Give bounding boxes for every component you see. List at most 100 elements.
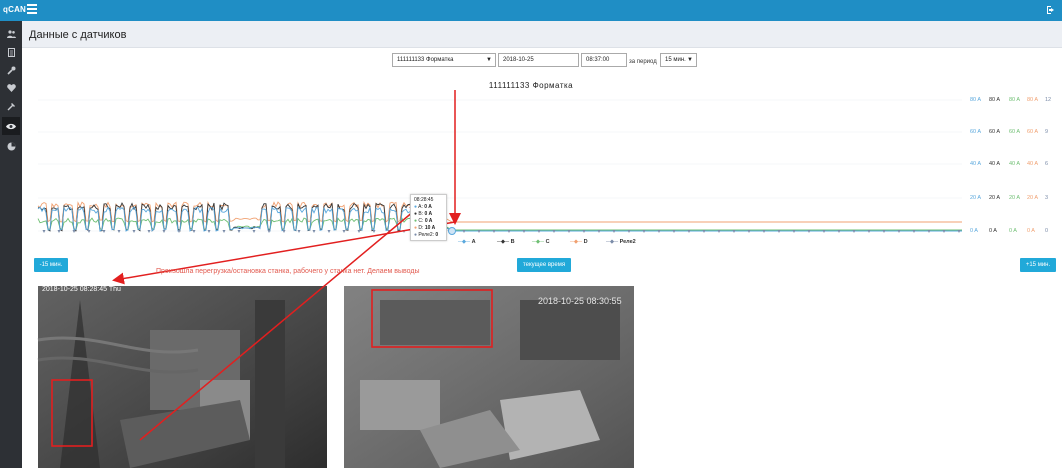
y-axis-tick-label: 0 A	[1009, 228, 1017, 234]
annotation-note: Произошла перегрузка/остановка станка, р…	[156, 268, 420, 275]
relay-marker	[957, 230, 961, 233]
relay-marker	[522, 230, 526, 233]
camera-feed-2[interactable]	[344, 286, 634, 468]
relay-marker	[87, 230, 91, 233]
relay-marker	[237, 230, 241, 233]
camera-2-timestamp: 2018-10-25 08:30:55	[538, 296, 622, 306]
relay-marker	[927, 230, 931, 233]
tooltip-time: 08:28:45	[414, 197, 434, 203]
relay-marker	[102, 230, 106, 233]
legend-label: B	[510, 239, 515, 245]
relay-marker	[792, 230, 796, 233]
legend-label: A	[471, 239, 476, 245]
relay-marker	[777, 230, 781, 233]
y-axis-tick-label: 20 A	[1009, 195, 1021, 201]
chart-tooltip: 08:28:45 ● A: 0 A ● B: 0 A ● C: 0 A ● D: 10…	[410, 194, 447, 241]
y-axis-tick-label: 12	[1045, 97, 1052, 103]
legend-swatch-icon: ─◆─	[570, 239, 584, 245]
y-axis-tick-label: 80 A	[989, 97, 1001, 103]
camera-feed-1[interactable]	[37, 286, 327, 468]
legend-item[interactable]: ─◆─ D	[570, 239, 588, 245]
relay-marker	[42, 230, 46, 233]
legend-label: D	[583, 239, 588, 245]
y-axis-tick-label: 20 A	[970, 195, 982, 201]
y-axis-tick-label: 60 A	[970, 129, 982, 135]
current-time-button[interactable]: текущее время	[517, 258, 571, 272]
y-axis-tick-label: 3	[1045, 195, 1049, 201]
tooltip-value: 0 A	[424, 204, 432, 210]
y-axis-tick-label: 60 A	[1027, 129, 1039, 135]
relay-marker	[282, 230, 286, 233]
legend-swatch-icon: ─◆─	[458, 239, 472, 245]
relay-marker	[357, 230, 361, 233]
relay-marker	[327, 230, 331, 233]
legend-item[interactable]: ─◆─ Реле2	[606, 239, 636, 245]
chart-canvas	[37, 90, 962, 468]
relay-marker	[642, 230, 646, 233]
relay-marker	[627, 230, 631, 233]
relay-marker	[672, 230, 676, 233]
relay-marker	[852, 230, 856, 233]
y-axis-tick-label: 0 A	[1027, 228, 1035, 234]
relay-marker	[732, 230, 736, 233]
chart-series	[37, 200, 962, 232]
relay-marker	[942, 230, 946, 233]
relay-marker	[762, 230, 766, 233]
camera-1-timestamp: 2018-10-25 08:28:45 Thu	[42, 286, 121, 293]
tooltip-row: ● B: 0 A	[414, 211, 443, 218]
relay-marker	[507, 230, 511, 233]
relay-marker	[162, 230, 166, 233]
relay-marker	[492, 230, 496, 233]
tooltip-value: 0 A	[424, 218, 433, 224]
y-axis-tick-label: 0 A	[989, 228, 997, 234]
relay-marker	[687, 230, 691, 233]
relay-marker	[837, 230, 841, 233]
forward-15-min-button[interactable]: +15 мин.	[1020, 258, 1056, 272]
y-axis-tick-label: 60 A	[1009, 129, 1021, 135]
relay-marker	[882, 230, 886, 233]
y-axis-tick-label: 80 A	[970, 97, 982, 103]
legend-label: C	[545, 239, 550, 245]
relay-marker	[612, 230, 616, 233]
relay-marker	[537, 230, 541, 233]
tooltip-row: ● D: 10 A	[414, 225, 443, 232]
relay-marker	[597, 230, 601, 233]
relay-marker	[477, 230, 481, 233]
legend-swatch-icon: ─◆─	[497, 239, 511, 245]
relay-marker	[132, 230, 136, 233]
relay-marker	[912, 230, 916, 233]
relay-marker	[552, 230, 556, 233]
y-axis-tick-label: 0	[1045, 228, 1049, 234]
relay-marker	[807, 230, 811, 233]
relay-marker	[267, 230, 271, 233]
y-axis-tick-label: 6	[1045, 161, 1049, 167]
relay-marker	[657, 230, 661, 233]
relay-marker	[117, 230, 121, 233]
relay-marker	[462, 230, 466, 233]
relay-marker	[72, 230, 76, 233]
relay-marker	[747, 230, 751, 233]
relay-marker	[867, 230, 871, 233]
tooltip-value: 0	[435, 232, 439, 238]
y-axis-tick-label: 40 A	[989, 161, 1001, 167]
legend-item[interactable]: ─◆─ B	[497, 239, 515, 245]
relay-marker	[147, 230, 151, 233]
y-axis-tick-label: 60 A	[989, 129, 1001, 135]
y-axis-tick-label: 80 A	[1027, 97, 1039, 103]
legend-item[interactable]: ─◆─ C	[532, 239, 550, 245]
y-axis-tick-label: 40 A	[970, 161, 982, 167]
relay-marker	[57, 230, 61, 233]
y-axis-tick-label: 9	[1045, 129, 1049, 135]
relay-marker	[897, 230, 901, 233]
relay-marker	[207, 230, 211, 233]
tooltip-row: ● C: 0 A	[414, 218, 443, 225]
relay-marker	[567, 230, 571, 233]
relay-marker	[177, 230, 181, 233]
relay-marker	[702, 230, 706, 233]
back-15-min-button[interactable]: -15 мин.	[34, 258, 68, 272]
tooltip-value: 0 A	[424, 211, 433, 217]
legend-swatch-icon: ─◆─	[532, 239, 546, 245]
tooltip-label: Реле2:	[418, 232, 436, 238]
legend-item[interactable]: ─◆─ A	[458, 239, 476, 245]
tooltip-row: ● Реле2: 0	[414, 232, 443, 239]
